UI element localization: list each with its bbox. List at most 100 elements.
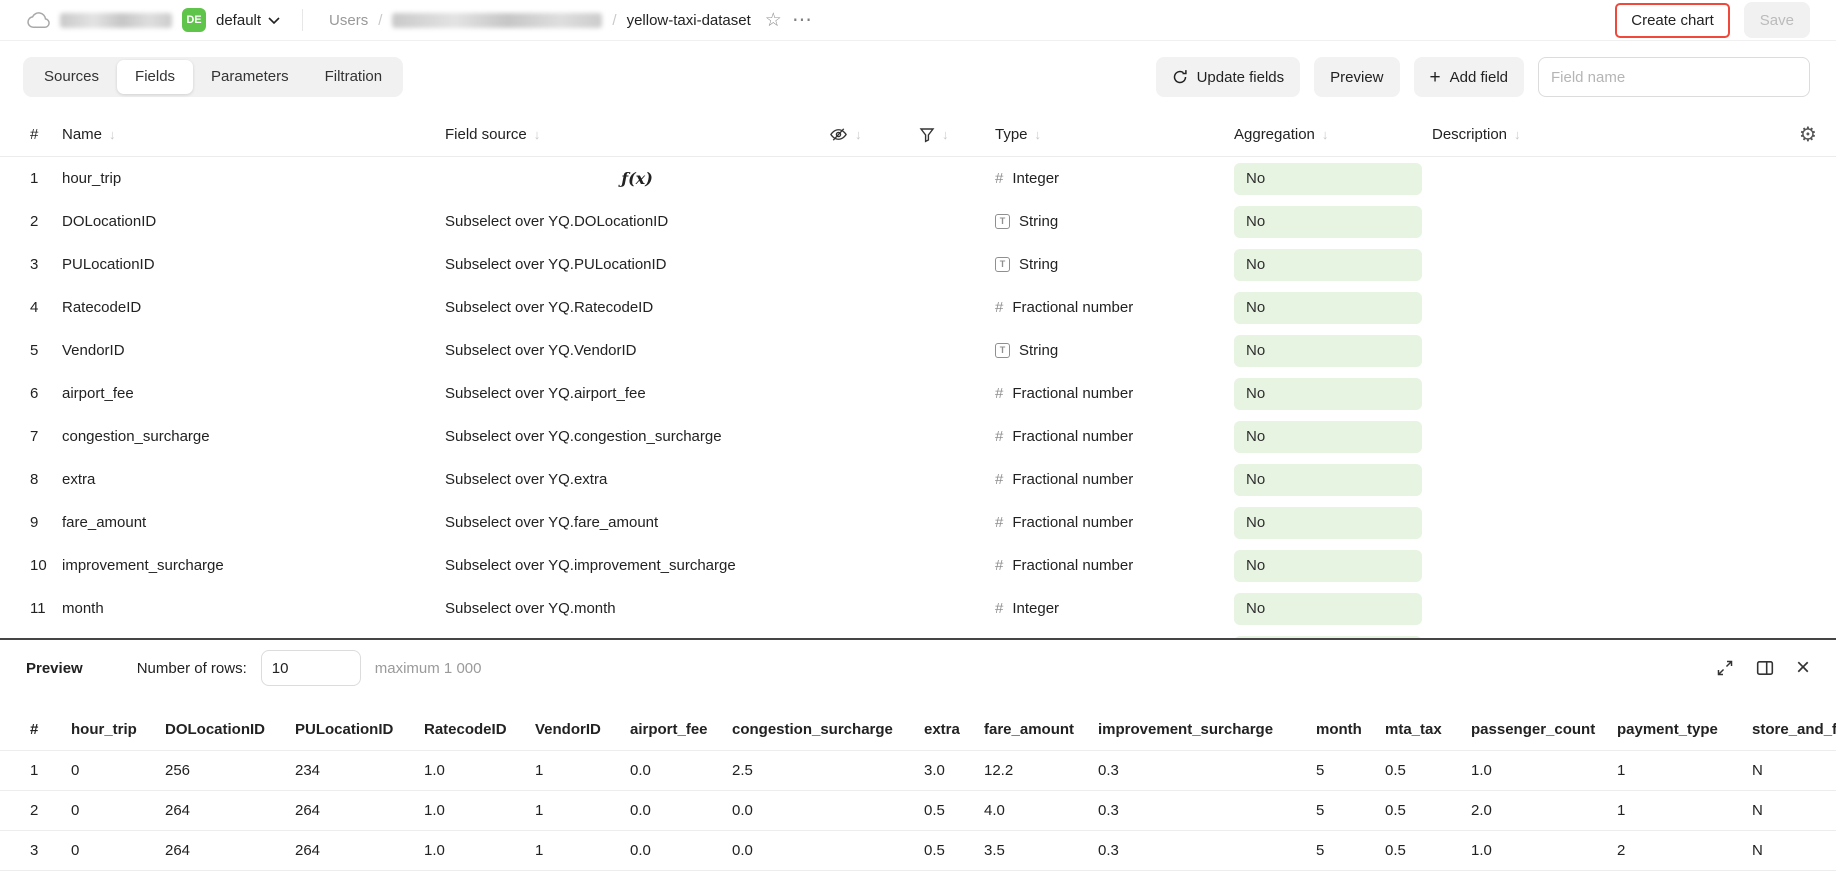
redacted-folder-name[interactable] bbox=[392, 13, 602, 28]
formula-icon: ƒ(x) bbox=[621, 169, 653, 188]
table-row[interactable] bbox=[0, 630, 1836, 638]
number-type-icon: # bbox=[995, 428, 1003, 445]
aggregation-select[interactable]: No bbox=[1234, 292, 1422, 324]
add-field-button[interactable]: + Add field bbox=[1414, 57, 1524, 97]
field-name[interactable]: RatecodeID bbox=[62, 299, 445, 316]
field-name[interactable]: congestion_surcharge bbox=[62, 428, 445, 445]
field-name[interactable]: DOLocationID bbox=[62, 213, 445, 230]
field-name[interactable]: hour_trip bbox=[62, 170, 445, 187]
preview-cell: 2 bbox=[1617, 830, 1752, 870]
table-row[interactable]: 8extraSubselect over YQ.extra#Fractional… bbox=[0, 458, 1836, 501]
aggregation-cell: No bbox=[1234, 292, 1432, 324]
aggregation-select[interactable] bbox=[1234, 636, 1422, 639]
field-type: #Fractional number bbox=[995, 299, 1234, 316]
table-row[interactable]: 6airport_feeSubselect over YQ.airport_fe… bbox=[0, 372, 1836, 415]
preview-cell: 0.0 bbox=[630, 750, 732, 790]
aggregation-select[interactable]: No bbox=[1234, 507, 1422, 539]
field-name[interactable]: fare_amount bbox=[62, 514, 445, 531]
field-type-label: Integer bbox=[1012, 170, 1059, 187]
rows-count-label: Number of rows: bbox=[137, 660, 247, 677]
col-header-description[interactable]: Description ↓ bbox=[1432, 126, 1780, 143]
chevron-down-icon bbox=[268, 17, 280, 24]
field-name[interactable]: airport_fee bbox=[62, 385, 445, 402]
field-name-search-input[interactable] bbox=[1538, 57, 1810, 97]
col-header-filter[interactable]: ↓ bbox=[919, 127, 995, 143]
table-row[interactable]: 11monthSubselect over YQ.month#IntegerNo bbox=[0, 587, 1836, 630]
col-header-hidden[interactable]: ↓ bbox=[829, 125, 919, 144]
preview-toggle-button[interactable]: Preview bbox=[1314, 57, 1399, 97]
rows-count-input[interactable] bbox=[261, 650, 361, 686]
breadcrumb-users[interactable]: Users bbox=[329, 12, 368, 29]
table-settings[interactable]: ⚙ bbox=[1780, 122, 1836, 147]
preview-cell: 1.0 bbox=[424, 750, 535, 790]
cloud-logo-icon[interactable] bbox=[26, 12, 50, 29]
preview-cell: 1.0 bbox=[1471, 750, 1617, 790]
col-header-name[interactable]: Name ↓ bbox=[62, 126, 445, 143]
table-row[interactable]: 5VendorIDSubselect over YQ.VendorIDTStri… bbox=[0, 329, 1836, 372]
preview-cell: 0.5 bbox=[1385, 830, 1471, 870]
row-index: 4 bbox=[0, 299, 62, 316]
preview-cell: 264 bbox=[295, 790, 424, 830]
aggregation-cell: No bbox=[1234, 421, 1432, 453]
table-row[interactable]: 7congestion_surchargeSubselect over YQ.c… bbox=[0, 415, 1836, 458]
tab-sources[interactable]: Sources bbox=[26, 60, 117, 94]
preview-cell: 5 bbox=[1316, 750, 1385, 790]
aggregation-select[interactable]: No bbox=[1234, 421, 1422, 453]
preview-cell: 0.3 bbox=[1098, 830, 1316, 870]
dataset-tabs: Sources Fields Parameters Filtration bbox=[23, 57, 403, 97]
sort-arrow-icon: ↓ bbox=[1514, 127, 1521, 142]
preview-row: 202642641.010.00.00.54.00.350.52.01N bbox=[0, 790, 1836, 830]
aggregation-select[interactable]: No bbox=[1234, 550, 1422, 582]
aggregation-select[interactable]: No bbox=[1234, 464, 1422, 496]
aggregation-select[interactable]: No bbox=[1234, 163, 1422, 195]
aggregation-select[interactable]: No bbox=[1234, 249, 1422, 281]
breadcrumb-separator: / bbox=[612, 12, 616, 29]
table-row[interactable]: 1hour_tripƒ(x)#IntegerNo bbox=[0, 157, 1836, 200]
create-chart-button[interactable]: Create chart bbox=[1615, 3, 1730, 38]
preview-column-header: # bbox=[0, 710, 71, 750]
col-header-source-label: Field source bbox=[445, 126, 527, 143]
expand-preview-icon[interactable] bbox=[1716, 659, 1734, 677]
aggregation-select[interactable]: No bbox=[1234, 378, 1422, 410]
table-row[interactable]: 2DOLocationIDSubselect over YQ.DOLocatio… bbox=[0, 200, 1836, 243]
col-header-type[interactable]: Type ↓ bbox=[995, 126, 1234, 143]
preview-cell: 0.0 bbox=[732, 830, 924, 870]
field-name[interactable]: month bbox=[62, 600, 445, 617]
update-fields-button[interactable]: Update fields bbox=[1156, 57, 1301, 97]
gear-icon[interactable]: ⚙ bbox=[1799, 122, 1817, 147]
tab-filtration[interactable]: Filtration bbox=[307, 60, 401, 94]
refresh-icon bbox=[1172, 69, 1188, 85]
preview-table-wrap: #hour_tripDOLocationIDPULocationIDRateco… bbox=[0, 710, 1836, 871]
preview-column-header: PULocationID bbox=[295, 710, 424, 750]
table-row[interactable]: 4RatecodeIDSubselect over YQ.RatecodeID#… bbox=[0, 286, 1836, 329]
dock-panel-icon[interactable] bbox=[1756, 659, 1774, 677]
aggregation-select[interactable]: No bbox=[1234, 335, 1422, 367]
save-button[interactable]: Save bbox=[1744, 2, 1810, 38]
more-menu-icon[interactable]: ⋯ bbox=[792, 10, 813, 30]
org-badge[interactable]: DE bbox=[182, 8, 206, 32]
close-preview-icon[interactable]: × bbox=[1796, 656, 1810, 680]
tab-parameters[interactable]: Parameters bbox=[193, 60, 307, 94]
table-row[interactable]: 10improvement_surchargeSubselect over YQ… bbox=[0, 544, 1836, 587]
field-name[interactable]: PULocationID bbox=[62, 256, 445, 273]
aggregation-select[interactable]: No bbox=[1234, 206, 1422, 238]
scope-selector[interactable]: default bbox=[216, 12, 280, 29]
tab-fields[interactable]: Fields bbox=[117, 60, 193, 94]
rows-max-hint: maximum 1 000 bbox=[375, 660, 482, 677]
favorite-star-icon[interactable]: ☆ bbox=[765, 11, 782, 30]
field-type: TString bbox=[995, 256, 1234, 273]
preview-header-row: #hour_tripDOLocationIDPULocationIDRateco… bbox=[0, 710, 1836, 750]
preview-cell: 4.0 bbox=[984, 790, 1098, 830]
aggregation-select[interactable]: No bbox=[1234, 593, 1422, 625]
field-source: Subselect over YQ.PULocationID bbox=[445, 256, 829, 273]
table-row[interactable]: 9fare_amountSubselect over YQ.fare_amoun… bbox=[0, 501, 1836, 544]
preview-cell: 0.0 bbox=[630, 830, 732, 870]
table-row[interactable]: 3PULocationIDSubselect over YQ.PULocatio… bbox=[0, 243, 1836, 286]
field-name[interactable]: improvement_surcharge bbox=[62, 557, 445, 574]
field-name[interactable]: extra bbox=[62, 471, 445, 488]
col-header-field-source[interactable]: Field source ↓ bbox=[445, 126, 829, 143]
field-name[interactable]: VendorID bbox=[62, 342, 445, 359]
sort-arrow-icon: ↓ bbox=[1322, 127, 1329, 142]
col-header-aggregation[interactable]: Aggregation ↓ bbox=[1234, 126, 1432, 143]
field-type: #Integer bbox=[995, 600, 1234, 617]
